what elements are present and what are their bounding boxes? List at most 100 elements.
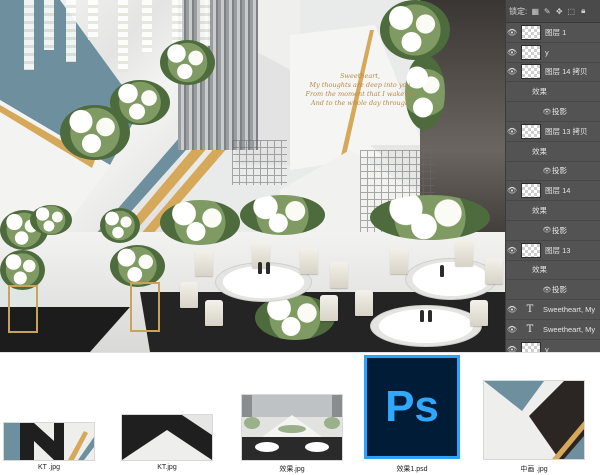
layers-panel[interactable]: 锁定: ▦ ✎ ✥ ⬚ 🔒︎ 👁︎ 图层 1 👁︎ y 👁︎ 图层 14 拷贝 效果 👁︎ 投影… <box>505 0 600 352</box>
visibility-eye-icon[interactable]: 👁︎ <box>506 67 518 76</box>
document-canvas[interactable]: Sweetheart, My thoughts are deep into yo… <box>0 0 505 352</box>
layer-name: 投影 <box>552 225 567 235</box>
layer-effect-row[interactable]: 👁︎ 投影 <box>506 221 600 241</box>
flower-arrangement <box>0 250 45 290</box>
layer-effect-row[interactable]: 👁︎ 投影 <box>506 162 600 182</box>
file-browser[interactable]: KT .jpg KT.jpg 效果.jpg Ps 效果1.psd 中画 .jpg <box>0 352 600 474</box>
move-icon[interactable]: ✥ <box>555 7 563 16</box>
visibility-eye-icon[interactable]: 👁︎ <box>506 325 518 334</box>
file-item[interactable]: KT.jpg <box>120 353 220 475</box>
layer-effect-row[interactable]: 效果 <box>506 201 600 221</box>
flower-arrangement <box>100 208 140 243</box>
layer-list[interactable]: 👁︎ 图层 1 👁︎ y 👁︎ 图层 14 拷贝 效果 👁︎ 投影 👁︎ 图层 13 拷贝 效果 👁︎ 投… <box>506 23 600 352</box>
flower-arrangement <box>370 195 490 240</box>
layer-name: 效果 <box>532 265 547 275</box>
layer-thumbnail <box>521 24 541 40</box>
poem-line: My thoughts are deep into you <box>309 81 411 89</box>
file-item[interactable]: 效果.jpg <box>240 353 345 475</box>
layer-row[interactable]: 👁︎ 图层 14 <box>506 181 600 202</box>
lock-icon[interactable]: 🔒︎ <box>579 6 587 15</box>
poem-line: And to the whole day through <box>310 99 410 107</box>
wine-bottle <box>258 262 262 274</box>
layer-row[interactable]: 👁︎ y <box>506 43 600 63</box>
layer-thumbnail <box>521 341 541 352</box>
render-thumbnail-image <box>242 395 342 460</box>
layer-effect-row[interactable]: 效果 <box>506 142 600 162</box>
layer-row[interactable]: 👁︎ 图层 13 <box>506 241 600 261</box>
chair <box>195 250 213 276</box>
file-item[interactable]: KT .jpg <box>0 353 100 475</box>
layer-row[interactable]: 👁︎ 图层 14 拷贝 <box>506 63 600 83</box>
layer-name: y <box>545 344 549 352</box>
poem-line: Sweetheart, <box>339 72 380 80</box>
brush-icon[interactable]: ✎ <box>543 7 551 16</box>
visibility-eye-icon[interactable]: 👁︎ <box>506 48 518 57</box>
visibility-eye-icon[interactable]: 👁︎ <box>506 186 518 195</box>
text-layer-row[interactable]: 👁︎ T Sweetheart, My <box>506 300 600 320</box>
file-name: 效果.jpg <box>279 466 305 473</box>
text-layer-row[interactable]: 👁︎ T Sweetheart, My <box>506 320 600 340</box>
kt-thumbnail-image <box>122 415 212 460</box>
layer-name: y <box>545 47 549 57</box>
poem-line: From the moment that I wake up <box>305 90 415 98</box>
script-poem-text: Sweetheart, My thoughts are deep into yo… <box>305 72 415 108</box>
file-item[interactable]: 中画 .jpg <box>482 353 587 475</box>
visibility-eye-icon[interactable]: 👁︎ <box>506 28 518 37</box>
effect-visibility-eye-icon[interactable]: 👁︎ <box>542 167 552 175</box>
photoshop-file-icon: Ps <box>364 355 460 459</box>
hanging-flowers <box>88 0 98 40</box>
grid-panel <box>232 140 287 185</box>
effect-visibility-eye-icon[interactable]: 👁︎ <box>542 108 552 116</box>
layer-name: 效果 <box>532 146 547 156</box>
layer-thumbnail <box>521 44 541 60</box>
gold-flower-stand <box>130 282 160 332</box>
visibility-eye-icon[interactable]: 👁︎ <box>506 246 518 255</box>
layer-row[interactable]: 👁︎ 图层 1 <box>506 23 600 43</box>
visibility-eye-icon[interactable]: 👁︎ <box>506 345 518 352</box>
flower-garland <box>380 0 450 60</box>
chair <box>455 240 473 266</box>
flower-arrangement <box>110 245 165 287</box>
layer-name: 投影 <box>552 285 567 295</box>
wine-bottle <box>440 265 444 277</box>
layer-effect-row[interactable]: 👁︎ 投影 <box>506 102 600 122</box>
file-thumbnail <box>122 415 212 460</box>
layer-name: 投影 <box>552 107 567 117</box>
wine-bottle <box>420 310 424 322</box>
artboard-icon[interactable]: ⬚ <box>567 7 575 16</box>
visibility-eye-icon[interactable]: 👁︎ <box>506 127 518 136</box>
layer-name: 图层 14 拷贝 <box>545 67 588 77</box>
layer-effect-row[interactable]: 效果 <box>506 82 600 103</box>
effect-visibility-eye-icon[interactable]: 👁︎ <box>542 286 552 294</box>
layer-row[interactable]: 👁︎ 图层 13 拷贝 <box>506 122 600 142</box>
file-name: KT.jpg <box>157 464 177 471</box>
layers-lock-toolbar: 锁定: ▦ ✎ ✥ ⬚ 🔒︎ <box>506 0 600 23</box>
flower-garland <box>160 40 215 85</box>
layer-thumbnail <box>521 123 541 139</box>
file-item[interactable]: Ps 效果1.psd <box>362 353 462 475</box>
banquet-table <box>215 262 312 302</box>
file-thumbnail <box>242 395 342 460</box>
banquet-table <box>370 305 482 347</box>
hanging-flowers <box>24 0 34 70</box>
text-layer-icon: T <box>526 323 534 335</box>
layer-name: 效果 <box>532 87 547 97</box>
banquet-table <box>405 258 497 300</box>
chair <box>205 300 223 326</box>
effect-visibility-eye-icon[interactable]: 👁︎ <box>542 226 552 234</box>
layer-name: Sweetheart, My <box>543 324 596 334</box>
chair <box>330 262 348 288</box>
layer-name: 图层 13 <box>545 245 571 255</box>
kt-thumbnail-image <box>4 423 94 460</box>
layer-effect-row[interactable]: 效果 <box>506 261 600 281</box>
chair <box>320 295 338 321</box>
flower-garland <box>110 80 170 125</box>
hanging-flowers <box>142 0 152 52</box>
layer-row[interactable]: 👁︎ y <box>506 340 600 352</box>
lock-transparent-icon[interactable]: ▦ <box>531 7 539 16</box>
gold-flower-stand <box>8 285 38 333</box>
flower-arrangement <box>240 195 325 235</box>
visibility-eye-icon[interactable]: 👁︎ <box>506 305 518 314</box>
lock-label: 锁定: <box>509 6 528 16</box>
layer-effect-row[interactable]: 👁︎ 投影 <box>506 280 600 301</box>
